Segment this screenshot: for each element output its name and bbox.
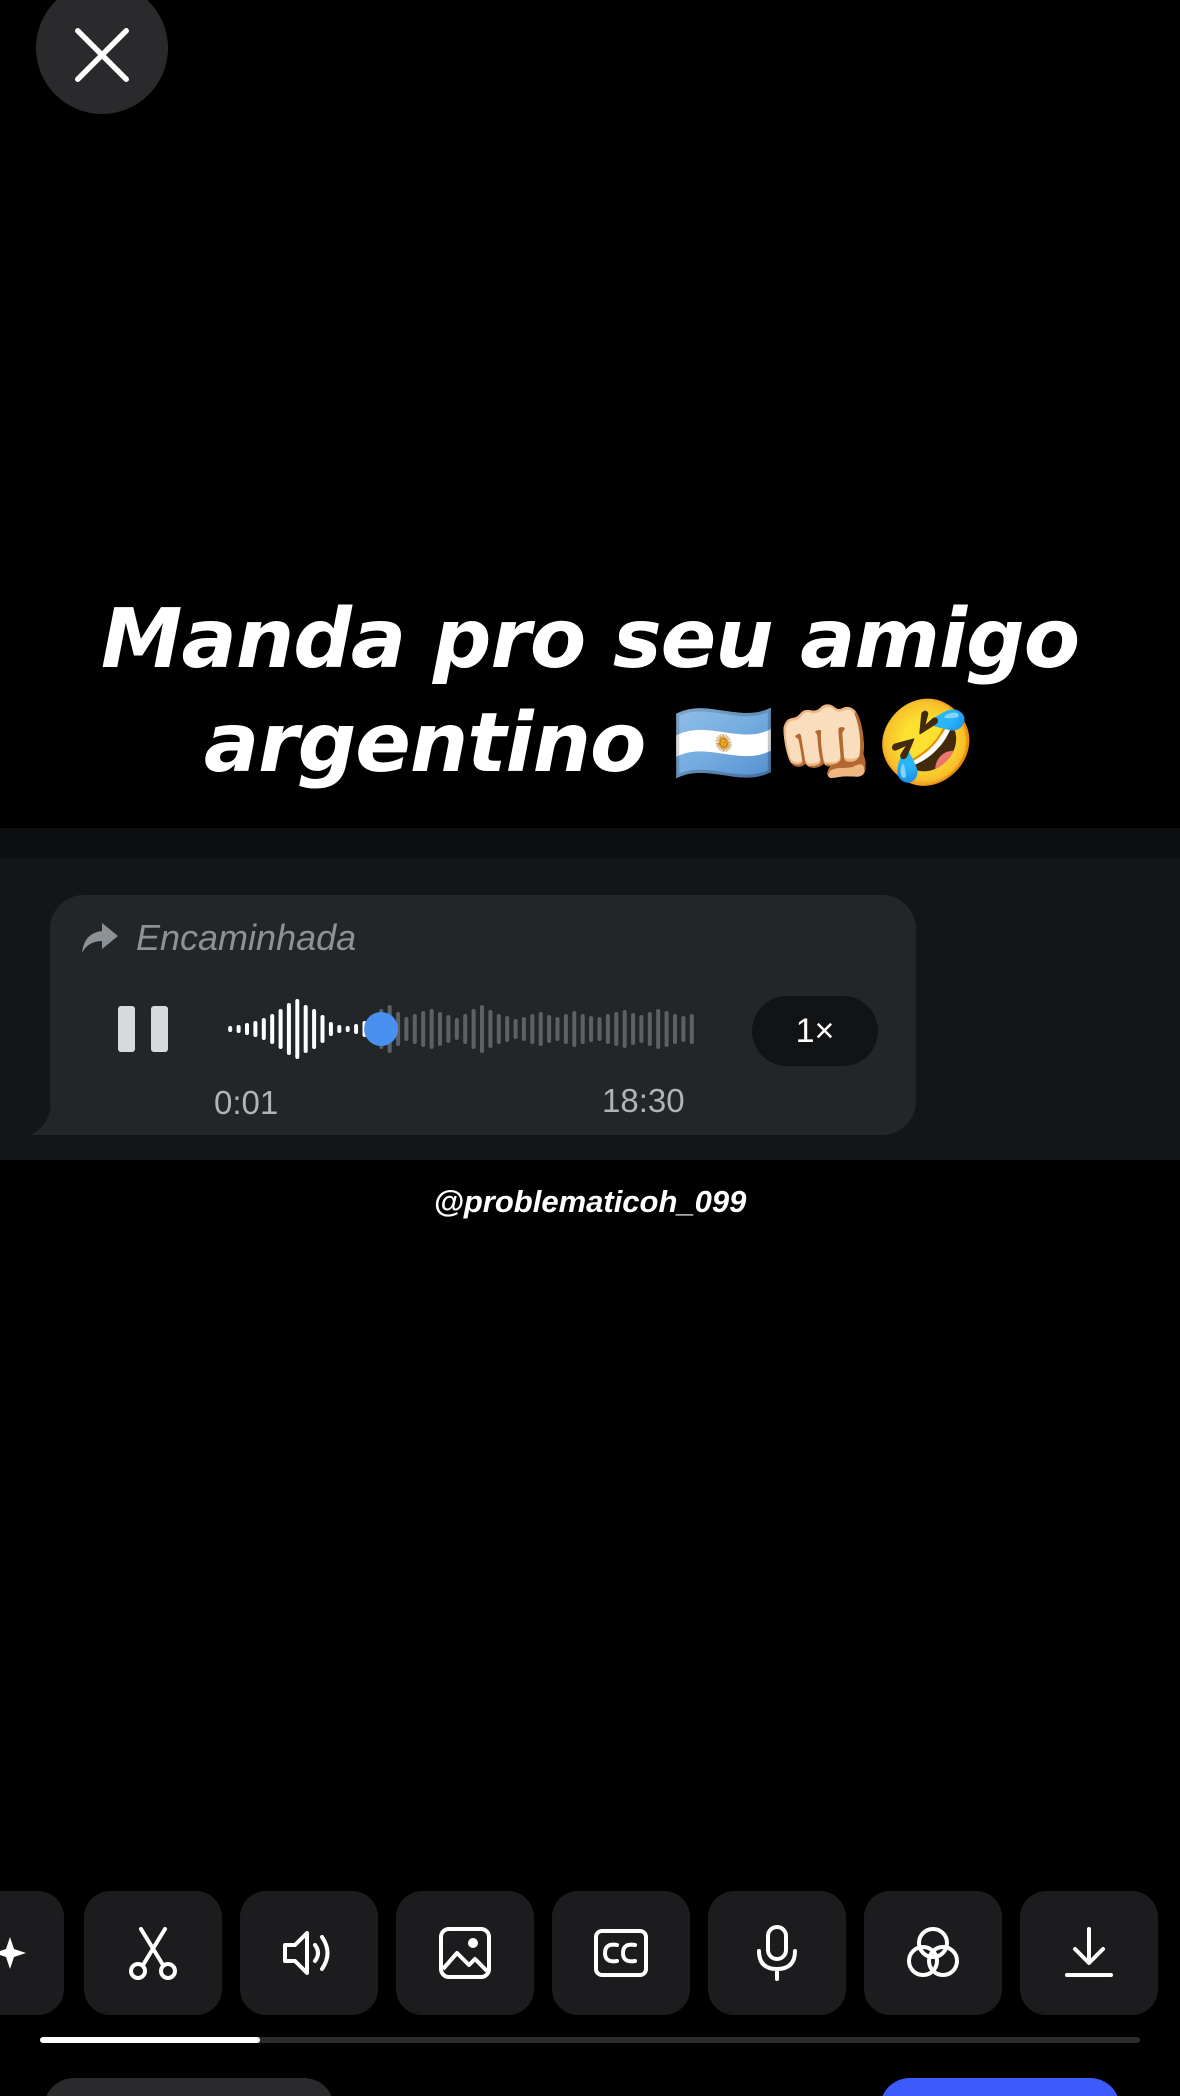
waveform-bar bbox=[278, 1009, 283, 1049]
pause-bar-left bbox=[118, 1006, 135, 1052]
waveform-bar bbox=[328, 1022, 333, 1036]
close-button[interactable] bbox=[36, 0, 168, 114]
waveform-bar bbox=[412, 1014, 417, 1044]
secondary-action-button[interactable] bbox=[44, 2078, 334, 2096]
toolbar-scroll-indicator-fill bbox=[40, 2037, 260, 2043]
waveform-bar bbox=[547, 1015, 552, 1043]
waveform-bar bbox=[572, 1011, 577, 1047]
captions-icon bbox=[594, 1929, 648, 1977]
scissors-icon bbox=[129, 1927, 177, 1980]
waveform-bar bbox=[404, 1017, 409, 1041]
waveform-bar bbox=[513, 1019, 518, 1039]
waveform-bar bbox=[228, 1026, 233, 1032]
filters-icon bbox=[907, 1927, 959, 1977]
waveform-bar bbox=[589, 1016, 594, 1042]
waveform-bar bbox=[312, 1009, 317, 1049]
story-editor: Encaminhada 0:01 18:30 1× Manda pro seu … bbox=[0, 0, 1180, 2096]
waveform-bar bbox=[580, 1014, 585, 1044]
effects-tool-button[interactable] bbox=[0, 1891, 64, 2015]
waveform-bar bbox=[689, 1014, 694, 1044]
waveform-bar bbox=[438, 1012, 442, 1046]
caption-line-2: argentino 🇦🇷👊🏻🤣 bbox=[0, 692, 1180, 796]
story-caption[interactable]: Manda pro seu amigo argentino 🇦🇷👊🏻🤣 bbox=[0, 588, 1180, 796]
download-icon bbox=[1065, 1927, 1113, 1977]
waveform-bar bbox=[463, 1014, 468, 1044]
waveform-bar bbox=[622, 1010, 627, 1048]
forwarded-label: Encaminhada bbox=[80, 914, 356, 962]
waveform-bar bbox=[270, 1014, 275, 1044]
waveform-bar bbox=[345, 1026, 350, 1032]
playback-speed-button[interactable]: 1× bbox=[752, 996, 878, 1066]
elapsed-time: 0:01 bbox=[214, 1084, 279, 1121]
caption-line-1: Manda pro seu amigo bbox=[100, 592, 1080, 687]
waveform-bar bbox=[639, 1015, 644, 1043]
waveform-bar bbox=[421, 1011, 426, 1047]
image-icon bbox=[439, 1927, 491, 1979]
total-duration: 18:30 bbox=[602, 1082, 685, 1119]
waveform-bar bbox=[538, 1012, 543, 1046]
waveform-bar bbox=[496, 1014, 501, 1044]
waveform-bar bbox=[597, 1017, 602, 1041]
chat-screenshot-header bbox=[0, 828, 1180, 858]
filters-tool-button[interactable] bbox=[864, 1891, 1002, 2015]
waveform-bar bbox=[236, 1025, 241, 1033]
image-tool-button[interactable] bbox=[396, 1891, 534, 2015]
waveform-bar bbox=[605, 1014, 610, 1044]
waveform-bar bbox=[614, 1012, 619, 1046]
username-watermark: @problematicoh_099 bbox=[433, 1184, 747, 1219]
volume-tool-button[interactable] bbox=[240, 1891, 378, 2015]
waveform-bar bbox=[521, 1017, 526, 1041]
sparkle-icon bbox=[0, 1937, 26, 1969]
waveform-bar bbox=[480, 1005, 484, 1053]
captions-tool-button[interactable] bbox=[552, 1891, 690, 2015]
caption-line-2-text: argentino bbox=[203, 696, 646, 791]
waveform-bar bbox=[446, 1015, 451, 1043]
waveform-bar bbox=[320, 1015, 325, 1043]
primary-action-button[interactable] bbox=[880, 2078, 1120, 2096]
waveform-bar bbox=[471, 1009, 476, 1049]
waveform-bar bbox=[563, 1014, 568, 1044]
waveform-bar bbox=[530, 1014, 535, 1044]
waveform-bar bbox=[505, 1016, 510, 1042]
waveform-bar bbox=[454, 1018, 459, 1040]
audio-waveform[interactable] bbox=[226, 996, 696, 1062]
waveform-bar bbox=[354, 1024, 359, 1034]
waveform-bar bbox=[429, 1009, 434, 1049]
waveform-bar bbox=[295, 999, 300, 1059]
caption-emojis: 🇦🇷👊🏻🤣 bbox=[672, 696, 977, 791]
pause-button[interactable] bbox=[118, 1006, 168, 1056]
waveform-bar bbox=[681, 1016, 686, 1042]
voiceover-tool-button[interactable] bbox=[708, 1891, 846, 2015]
forward-arrow-icon bbox=[82, 923, 118, 953]
forwarded-text: Encaminhada bbox=[136, 917, 357, 958]
waveform-bar bbox=[245, 1023, 249, 1035]
waveform-bar bbox=[337, 1025, 342, 1033]
playback-scrubber-knob[interactable] bbox=[364, 1012, 399, 1046]
trim-tool-button[interactable] bbox=[84, 1891, 222, 2015]
waveform-bar bbox=[253, 1021, 258, 1037]
waveform-bar bbox=[286, 1003, 291, 1055]
waveform-bar bbox=[647, 1012, 652, 1046]
waveform-bar bbox=[303, 1005, 308, 1053]
waveform-bar bbox=[261, 1018, 266, 1040]
waveform-bar bbox=[631, 1013, 636, 1045]
microphone-icon bbox=[757, 1925, 797, 1981]
volume-icon bbox=[283, 1931, 330, 1975]
toolbar-scroll-indicator bbox=[40, 2037, 1140, 2043]
waveform-bar bbox=[656, 1009, 661, 1049]
close-icon bbox=[75, 28, 129, 82]
edit-toolbar bbox=[0, 1891, 1180, 2015]
download-tool-button[interactable] bbox=[1020, 1891, 1158, 2015]
waveform-bar bbox=[673, 1014, 677, 1044]
waveform-bar bbox=[488, 1010, 493, 1048]
waveform-bar bbox=[664, 1011, 669, 1047]
waveform-bar bbox=[555, 1017, 560, 1041]
pause-bar-right bbox=[151, 1006, 168, 1052]
